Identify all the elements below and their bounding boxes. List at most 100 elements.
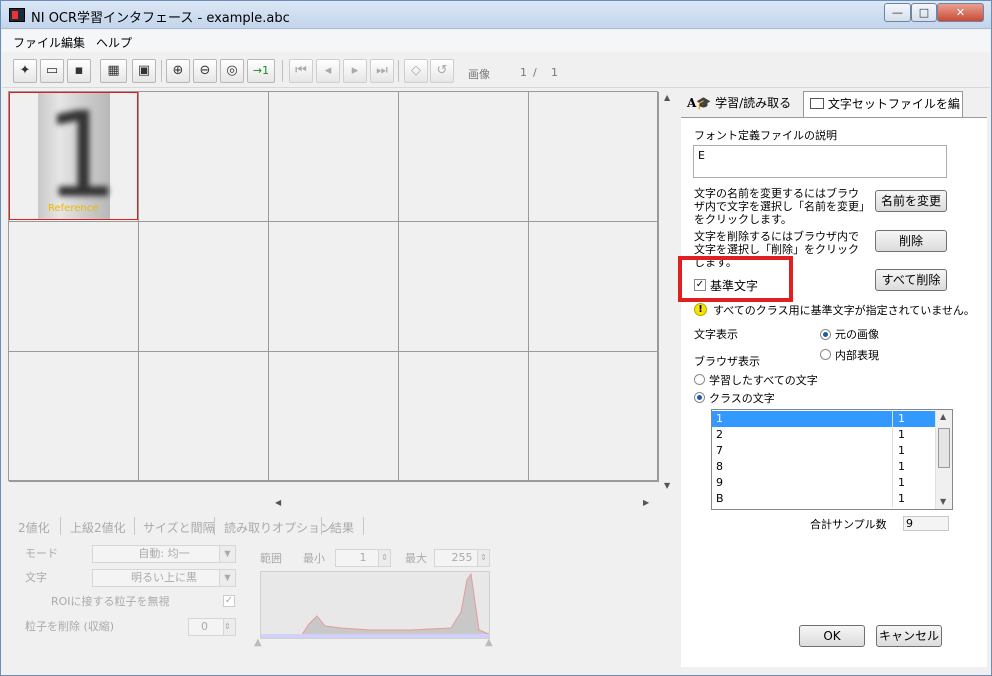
max-slider-handle[interactable]: ▲ [485,637,493,648]
minimize-button[interactable]: — [884,3,911,22]
selected-character-cell[interactable]: 1 Reference [9,92,138,220]
cancel-button[interactable]: キャンセル [876,625,942,647]
diamond-icon[interactable]: ◇ [404,59,428,83]
browser-all-label: 学習したすべての文字 [709,374,818,387]
grid-cell[interactable] [139,352,269,482]
character-type-select[interactable]: 明るい上に黒 ▼ [92,569,236,587]
class-name: 7 [716,444,723,457]
zoom-out-icon[interactable]: ⊖ [193,59,217,83]
zoom-1-to-1-icon[interactable]: →1 [247,59,275,83]
maximize-button[interactable]: □ [911,3,937,22]
class-count: 1 [898,460,905,473]
toolbar-separator [282,60,283,82]
book-icon[interactable]: ▣ [132,59,156,83]
tab-separator [321,517,322,535]
browser-display-label: ブラウザ表示 [694,355,760,368]
class-name: 2 [716,428,723,441]
tab-advanced-threshold[interactable]: 上級2値化 [70,519,126,536]
grid-cell[interactable] [269,222,399,352]
load-image-icon[interactable]: ▦ [100,59,127,83]
grid-cell[interactable] [269,352,399,482]
browser-all-radio[interactable] [694,374,705,385]
grid-cell[interactable] [529,352,659,482]
list-item[interactable]: B 1 [712,491,936,507]
save-icon[interactable]: ▪ [67,59,91,83]
remove-particles-input[interactable]: 0 ⇕ [188,618,236,636]
roi-checkbox[interactable]: ✓ [223,595,235,607]
page-total: 1 [551,66,558,79]
list-item[interactable]: 1 1 [712,411,936,427]
scroll-down-icon[interactable]: ▼ [940,497,946,506]
scroll-left-icon[interactable]: ◀ [275,498,281,507]
charset-icon [810,98,824,109]
menu-file[interactable]: ファイル [13,34,61,51]
open-folder-icon[interactable]: ▭ [40,59,64,83]
rename-button[interactable]: 名前を変更 [875,190,947,212]
browser-class-radio[interactable] [694,392,705,403]
tab-read-options[interactable]: 読み取りオプション [224,519,332,536]
grid-cell[interactable] [529,222,659,352]
list-item[interactable]: 2 1 [712,427,936,443]
spinner-icon: ⇕ [378,550,390,566]
class-list[interactable]: 1 1 2 1 7 1 8 1 9 1 B 1 ▲ ▼ [711,409,953,510]
list-item[interactable]: 9 1 [712,475,936,491]
tab-results[interactable]: 結果 [330,519,354,536]
min-input[interactable]: 1 ⇕ [335,549,391,567]
grid-cell[interactable] [399,92,529,222]
grid-vertical-scrollbar[interactable]: ▲ ▼ [660,91,675,493]
grid-cell[interactable] [9,222,139,352]
tab-size-spacing[interactable]: サイズと間隔 [143,519,215,536]
grid-cell[interactable] [9,352,139,482]
tab-threshold[interactable]: 2値化 [18,519,50,536]
scroll-up-icon[interactable]: ▲ [940,412,946,421]
class-list-scrollbar[interactable]: ▲ ▼ [935,410,952,509]
grid-cell[interactable] [529,92,659,222]
display-internal-radio[interactable] [820,349,831,360]
class-name: 9 [716,476,723,489]
tab-separator [134,517,135,535]
ok-button[interactable]: OK [799,625,865,647]
page-current: 1 [520,66,527,79]
menu-edit[interactable]: 編集 [61,34,85,51]
character-glyph: 1 [44,92,120,220]
mode-value: 自動: 均一 [138,547,190,560]
min-slider-handle[interactable]: ▲ [254,637,262,648]
max-input[interactable]: 255 ⇕ [434,549,490,567]
grid-cell[interactable] [139,222,269,352]
menu-help[interactable]: ヘルプ [96,34,132,51]
scroll-down-icon[interactable]: ▼ [664,481,670,490]
reference-checkbox[interactable]: ✓ [694,279,706,291]
delete-button[interactable]: 削除 [875,230,947,252]
next-image-icon[interactable]: ▸ [343,59,367,83]
font-description-input[interactable]: E [693,145,947,178]
scroll-right-icon[interactable]: ▶ [643,498,649,507]
list-item[interactable]: 7 1 [712,443,936,459]
menu-bar: ファイル 編集 ヘルプ [2,30,990,52]
tab-separator [214,517,215,535]
tab-learn-read[interactable]: A🎓 学習/読み取る [681,91,803,118]
scroll-up-icon[interactable]: ▲ [664,93,670,102]
last-image-icon[interactable]: ⏭ [370,59,394,83]
grid-horizontal-scrollbar[interactable]: ◀ ▶ [271,495,656,510]
display-label: 文字表示 [694,328,738,341]
mode-select[interactable]: 自動: 均一 ▼ [92,545,236,563]
grid-cell[interactable] [139,92,269,222]
prev-image-icon[interactable]: ◂ [316,59,340,83]
scroll-thumb[interactable] [938,428,950,468]
class-count: 1 [898,444,905,457]
delete-all-button[interactable]: すべて削除 [875,269,947,291]
tab-separator [60,517,61,535]
list-item[interactable]: 8 1 [712,459,936,475]
zoom-in-icon[interactable]: ⊕ [166,59,190,83]
threshold-tabs: 2値化 上級2値化 サイズと間隔 読み取りオプション 結果 [8,515,668,537]
tab-edit-charset[interactable]: 文字セットファイルを編集 [803,91,963,136]
close-button[interactable]: ✕ [937,3,984,22]
grid-cell[interactable] [399,222,529,352]
grid-cell[interactable] [399,352,529,482]
display-original-radio[interactable] [820,329,831,340]
grid-cell[interactable] [269,92,399,222]
zoom-fit-icon[interactable]: ◎ [220,59,244,83]
spiral-icon[interactable]: ↺ [430,59,454,83]
new-file-icon[interactable]: ✦ [13,59,37,83]
first-image-icon[interactable]: ⏮ [289,59,313,83]
